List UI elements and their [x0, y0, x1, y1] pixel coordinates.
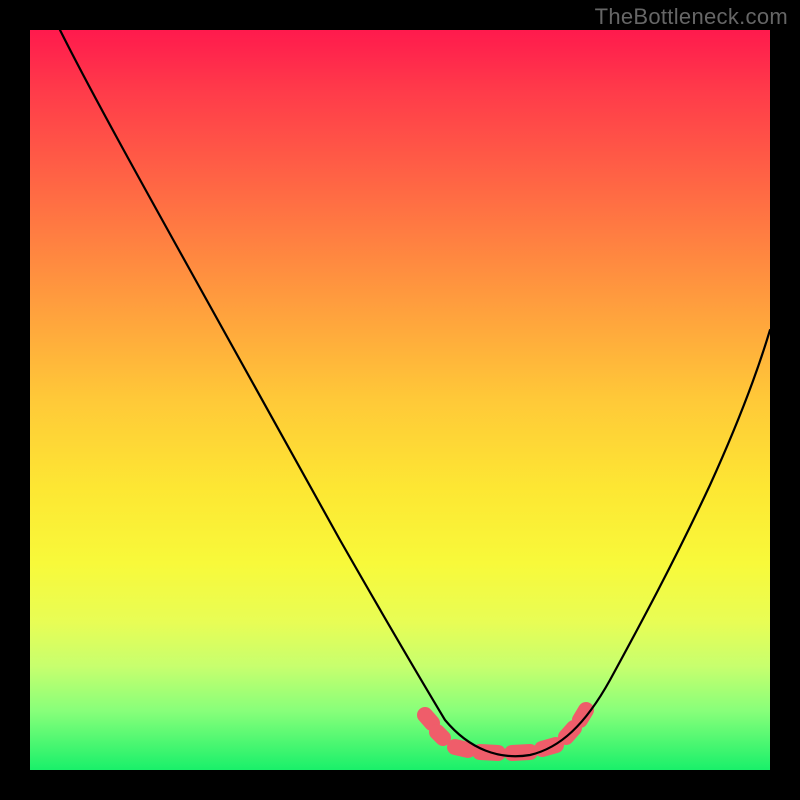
bottleneck-curve-path — [60, 30, 770, 756]
plot-gradient-background — [30, 30, 770, 770]
bottleneck-curve-svg — [30, 30, 770, 770]
chart-frame: TheBottleneck.com — [0, 0, 800, 800]
watermark-text: TheBottleneck.com — [595, 4, 788, 30]
valley-highlight-dashes — [425, 710, 586, 753]
